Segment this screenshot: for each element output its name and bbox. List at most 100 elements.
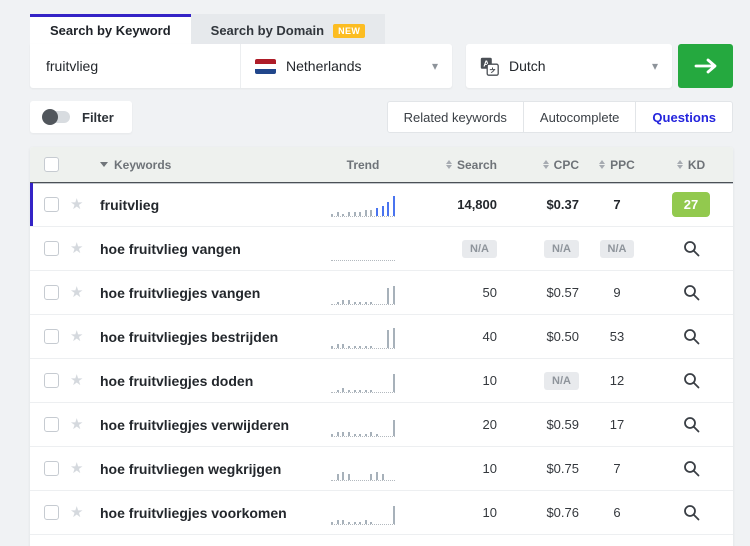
kd-cell <box>649 500 733 525</box>
new-badge: NEW <box>333 23 366 38</box>
favorite-star-icon[interactable]: ★ <box>70 373 83 388</box>
select-all-checkbox[interactable] <box>44 157 59 172</box>
favorite-star-icon[interactable]: ★ <box>70 285 83 300</box>
favorite-star-icon[interactable]: ★ <box>70 505 83 520</box>
ppc-value: N/A <box>585 239 649 258</box>
search-submit-button[interactable] <box>678 44 733 88</box>
kd-cell <box>649 412 733 437</box>
trend-sparkline <box>331 369 395 393</box>
keyword-text: hoe fruitvlieg vangen <box>100 240 241 257</box>
trend-sparkline <box>331 457 395 481</box>
header-ppc[interactable]: PPC <box>585 158 649 172</box>
row-checkbox[interactable] <box>44 285 59 300</box>
keyword-text: fruitvlieg <box>100 196 160 213</box>
analyze-keyword-search-icon[interactable] <box>679 500 704 525</box>
analyze-keyword-search-icon[interactable] <box>679 280 704 305</box>
table-row: ★ hoe fruitvlieg vangen N/A N/A N/A <box>30 227 733 271</box>
cpc-value: $0.75 <box>546 461 579 476</box>
filter-toggle-button[interactable]: Filter <box>30 101 132 133</box>
cpc-value: N/A <box>503 371 585 390</box>
table-row: ★ hoe fruitvliegjes voorkomen 10 $0.76 6 <box>30 491 733 535</box>
cpc-value: $0.50 <box>546 329 579 344</box>
analyze-keyword-search-icon[interactable] <box>679 324 704 349</box>
cpc-value: $0.76 <box>546 505 579 520</box>
analyze-keyword-search-icon[interactable] <box>679 456 704 481</box>
tab-search-by-domain-label: Search by Domain <box>210 23 325 38</box>
favorite-star-icon[interactable]: ★ <box>70 461 83 476</box>
country-select[interactable]: Netherlands ▾ <box>240 44 452 88</box>
ppc-value: 53 <box>609 329 625 344</box>
ppc-value: 9 <box>613 285 621 300</box>
ppc-value: 12 <box>609 373 625 388</box>
search-volume-value: 50 <box>482 285 497 300</box>
kd-cell <box>649 280 733 305</box>
header-kd[interactable]: KD <box>649 158 733 172</box>
row-checkbox[interactable] <box>44 241 59 256</box>
favorite-star-icon[interactable]: ★ <box>70 197 83 212</box>
filter-row: Filter Related keywords Autocomplete Que… <box>30 101 733 133</box>
ppc-value: 17 <box>609 417 625 432</box>
keyword-text: hoe fruitvliegjes doden <box>100 372 254 389</box>
search-volume-value: 14,800 <box>457 197 497 212</box>
arrow-right-icon <box>694 57 718 75</box>
trend-sparkline <box>331 237 395 261</box>
language-select[interactable]: A Dutch ▾ <box>466 44 672 88</box>
toggle-switch-icon[interactable] <box>42 109 70 125</box>
sort-icon <box>445 160 452 169</box>
country-select-value: Netherlands <box>286 58 362 74</box>
search-volume-value: 40 <box>482 329 497 344</box>
analyze-keyword-search-icon[interactable] <box>679 368 704 393</box>
cpc-value: $0.57 <box>546 285 579 300</box>
kd-cell: 27 <box>649 192 733 217</box>
table-row: ★ fruitvlieg 14,800 $0.37 7 27 <box>30 183 733 227</box>
netherlands-flag-icon <box>255 58 276 74</box>
row-checkbox[interactable] <box>44 417 59 432</box>
tab-search-by-keyword-label: Search by Keyword <box>50 23 171 38</box>
trend-sparkline <box>331 501 395 525</box>
keyword-text: hoe fruitvliegjes voorkomen <box>100 504 287 521</box>
sort-icon <box>676 160 683 169</box>
header-keywords[interactable]: Keywords <box>100 158 315 172</box>
analyze-keyword-search-icon[interactable] <box>679 236 704 261</box>
header-search[interactable]: Search <box>411 158 503 172</box>
result-mode-group: Related keywords Autocomplete Questions <box>386 101 733 133</box>
trend-sparkline <box>331 193 395 217</box>
keyword-tool-page: Search by Keyword Search by Domain NEW N… <box>30 14 733 546</box>
search-volume-value: 10 <box>482 373 497 388</box>
table-row: ★ hoe fruitvliegen wegkrijgen 10 $0.75 7 <box>30 447 733 491</box>
analyze-keyword-search-icon[interactable] <box>679 412 704 437</box>
sort-icon <box>599 160 606 169</box>
mode-related-keywords[interactable]: Related keywords <box>386 101 524 133</box>
keyword-search-input[interactable] <box>30 44 240 88</box>
search-volume-value: 10 <box>482 461 497 476</box>
row-checkbox[interactable] <box>44 461 59 476</box>
cpc-value: N/A <box>503 239 585 258</box>
kd-cell <box>649 368 733 393</box>
chevron-down-icon: ▾ <box>431 59 438 73</box>
ppc-value: 6 <box>613 505 621 520</box>
row-checkbox[interactable] <box>44 329 59 344</box>
results-table: Keywords Trend Search CPC PPC KD ★ fruit… <box>30 147 733 546</box>
header-cpc[interactable]: CPC <box>503 158 585 172</box>
favorite-star-icon[interactable]: ★ <box>70 241 83 256</box>
ppc-value: 7 <box>613 197 621 212</box>
tab-search-by-domain[interactable]: Search by Domain NEW <box>190 14 386 44</box>
search-tabs: Search by Keyword Search by Domain NEW <box>30 14 733 44</box>
favorite-star-icon[interactable]: ★ <box>70 329 83 344</box>
keyword-text: hoe fruitvliegjes vangen <box>100 284 261 301</box>
row-checkbox[interactable] <box>44 505 59 520</box>
trend-sparkline <box>331 413 395 437</box>
kd-cell <box>649 236 733 261</box>
tab-search-by-keyword[interactable]: Search by Keyword <box>30 14 191 44</box>
mode-autocomplete[interactable]: Autocomplete <box>522 101 637 133</box>
row-checkbox[interactable] <box>44 197 59 212</box>
sort-desc-icon <box>100 162 108 167</box>
table-row: ★ hoe fruitvliegjes vangen 50 $0.57 9 <box>30 271 733 315</box>
mode-questions[interactable]: Questions <box>635 101 733 133</box>
keyword-text: hoe fruitvliegjes verwijderen <box>100 416 290 433</box>
row-checkbox[interactable] <box>44 373 59 388</box>
search-bar: Netherlands ▾ A Dutch ▾ <box>30 44 733 88</box>
trend-sparkline <box>331 325 395 349</box>
table-row: ★ hoe fruitvliegjes verwijderen 20 $0.59… <box>30 403 733 447</box>
favorite-star-icon[interactable]: ★ <box>70 417 83 432</box>
